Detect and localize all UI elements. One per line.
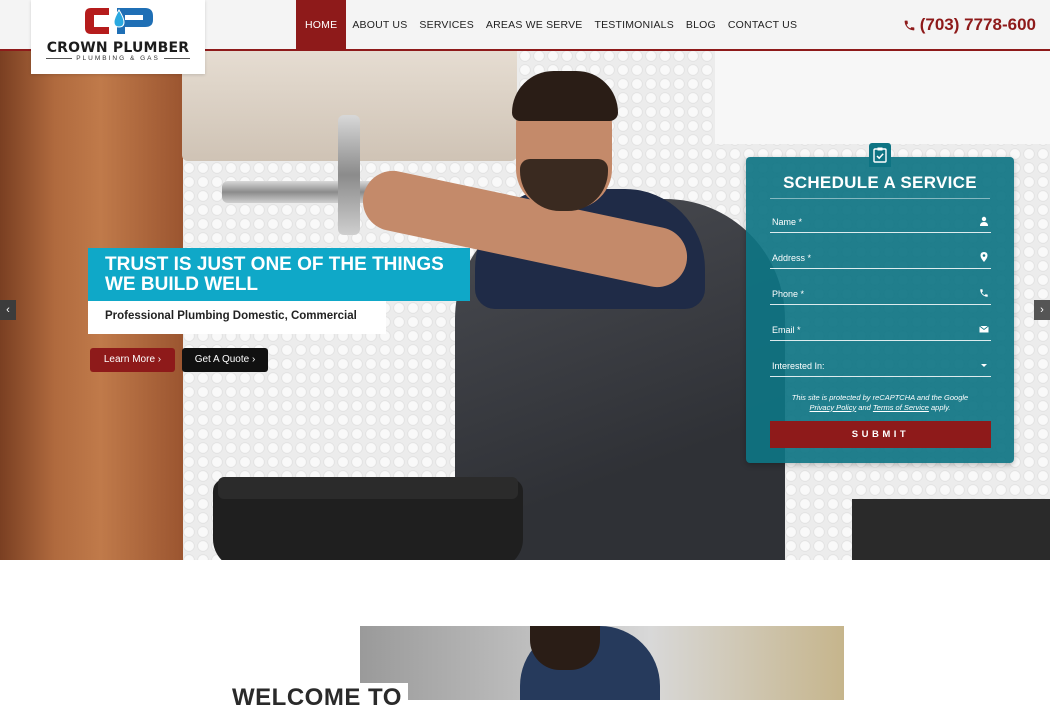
main-nav: HOME ABOUT US SERVICES AREAS WE SERVE TE… xyxy=(296,0,803,49)
recaptcha-notice: This site is protected by reCAPTCHA and … xyxy=(746,393,1014,412)
phone-icon xyxy=(904,20,915,30)
hero-slider: TRUST IS JUST ONE OF THE THINGS WE BUILD… xyxy=(0,49,1050,560)
caret-down-icon xyxy=(981,364,987,367)
nav-contact-us[interactable]: CONTACT US xyxy=(722,0,803,49)
get-a-quote-button[interactable]: Get A Quote › xyxy=(182,348,268,372)
logo-mark-icon xyxy=(85,8,153,34)
clipboard-check-icon xyxy=(873,147,887,163)
hero-toolbox xyxy=(852,499,1050,560)
hero-bucket-rim xyxy=(218,477,518,499)
nav-testimonials[interactable]: TESTIMONIALS xyxy=(588,0,679,49)
envelope-icon xyxy=(979,325,989,333)
address-field[interactable]: Address * xyxy=(770,247,991,269)
learn-more-button[interactable]: Learn More › xyxy=(90,348,175,372)
slider-next-arrow-icon[interactable]: › xyxy=(1034,300,1050,320)
name-placeholder: Name * xyxy=(772,217,803,227)
name-field[interactable]: Name * xyxy=(770,211,991,233)
nav-home[interactable]: HOME xyxy=(296,0,347,49)
form-badge xyxy=(869,143,891,167)
phone-placeholder: Phone * xyxy=(772,289,805,299)
header-phone[interactable]: (703) 7778-600 xyxy=(903,15,1036,35)
hero-window xyxy=(715,49,1050,144)
terms-of-service-link[interactable]: Terms of Service xyxy=(873,403,929,412)
form-title-divider xyxy=(770,198,990,199)
email-field[interactable]: Email * xyxy=(770,319,991,341)
phone-icon xyxy=(980,289,988,297)
phone-number: (703) 7778-600 xyxy=(919,15,1036,34)
interested-in-select[interactable]: Interested In: xyxy=(770,355,991,377)
slider-prev-arrow-icon[interactable]: ‹ xyxy=(0,300,16,320)
recaptcha-text: This site is protected by reCAPTCHA and … xyxy=(791,393,969,402)
map-pin-icon xyxy=(980,252,988,262)
hero-subline: Professional Plumbing Domestic, Commerci… xyxy=(88,301,386,334)
nav-about-us[interactable]: ABOUT US xyxy=(346,0,413,49)
nav-areas-we-serve[interactable]: AREAS WE SERVE xyxy=(480,0,589,49)
nav-blog[interactable]: BLOG xyxy=(680,0,722,49)
phone-field[interactable]: Phone * xyxy=(770,283,991,305)
form-title: SCHEDULE A SERVICE xyxy=(783,173,977,192)
welcome-image xyxy=(360,626,844,700)
logo-name: CROWN PLUMBER xyxy=(46,40,190,56)
hero-tagline: TRUST IS JUST ONE OF THE THINGS WE BUILD… xyxy=(88,248,470,301)
recaptcha-and: and xyxy=(858,402,871,412)
recaptcha-apply: apply. xyxy=(931,402,951,412)
email-placeholder: Email * xyxy=(772,325,801,335)
hero-pipe xyxy=(338,115,360,235)
user-icon xyxy=(980,216,988,226)
submit-button[interactable]: SUBMIT xyxy=(770,421,991,448)
site-logo[interactable]: CROWN PLUMBER PLUMBING & GAS xyxy=(31,0,205,74)
interested-in-placeholder: Interested In: xyxy=(772,361,825,371)
schedule-service-form: SCHEDULE A SERVICE Name * Address * Phon… xyxy=(746,157,1014,463)
logo-subtitle: PLUMBING & GAS xyxy=(31,55,205,62)
nav-services[interactable]: SERVICES xyxy=(413,0,480,49)
welcome-heading: WELCOME TO xyxy=(232,683,408,713)
address-placeholder: Address * xyxy=(772,253,812,263)
privacy-policy-link[interactable]: Privacy Policy xyxy=(810,403,857,412)
